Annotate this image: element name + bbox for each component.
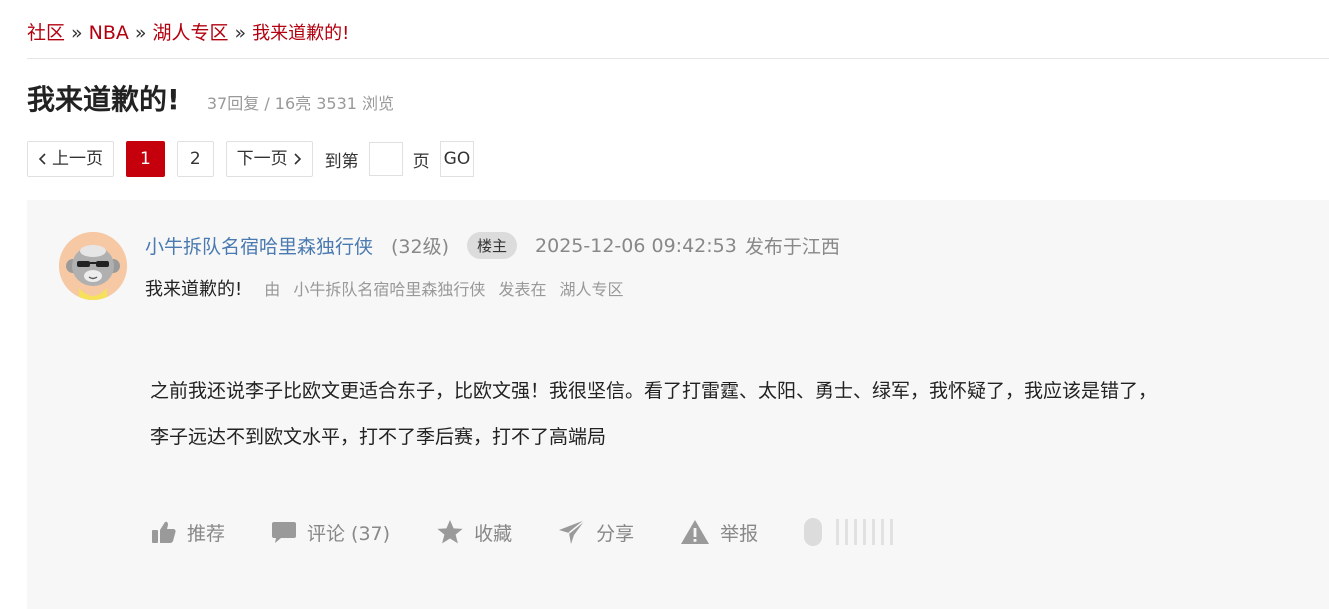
share-icon [559,519,586,544]
chevron-left-icon [38,153,46,165]
pagination: 上一页 1 2 下一页 到第 页 GO [27,141,475,177]
header-divider [27,58,1329,59]
breadcrumb-community[interactable]: 社区 [27,22,65,44]
comment-button[interactable]: 评论 (37) [271,519,390,546]
report-button[interactable]: 举报 [680,519,758,546]
content-line: 之前我还说李子比欧文更适合东子，比欧文强！我很坚信。看了打雷霆、太阳、勇士、绿军… [150,380,1158,402]
recommend-label: 推荐 [187,522,226,545]
prev-page-button[interactable]: 上一页 [27,141,114,177]
comment-label: 评论 (37) [307,522,391,545]
thumb-up-icon [152,521,176,543]
thread-header: 我来道歉的! 37回复 / 16亮 3531 浏览 [27,78,394,118]
content-line: 李子远达不到欧文水平，打不了季后赛，打不了高端局 [150,426,607,448]
author-level: (32级) [391,236,450,258]
page-1-button[interactable]: 1 [126,141,165,177]
placeholder-bars [804,518,899,546]
goto-prefix: 到第 [324,151,359,172]
post-subheader: 我来道歉的! 由 小牛拆队名宿哈里森独行侠 发表在 湖人专区 [145,275,632,301]
breadcrumb-lakers[interactable]: 湖人专区 [153,22,229,44]
avatar-icon [59,232,127,300]
breadcrumb-current[interactable]: 我来道歉的! [252,23,349,44]
favorite-label: 收藏 [474,522,513,545]
warning-icon [681,520,710,544]
main-post: 小牛拆队名宿哈里森独行侠 (32级) 楼主 2025-12-06 09:42:5… [27,200,1329,609]
by-author-link[interactable]: 小牛拆队名宿哈里森独行侠 [293,280,485,299]
report-label: 举报 [720,522,759,545]
share-button[interactable]: 分享 [558,519,634,546]
author-name[interactable]: 小牛拆队名宿哈里森独行侠 [145,232,373,259]
comment-icon [272,522,297,543]
breadcrumb: 社区» NBA» 湖人专区» 我来道歉的! [27,18,349,45]
author-row: 小牛拆队名宿哈里森独行侠 (32级) 楼主 2025-12-06 09:42:5… [145,232,840,259]
by-label: 由 [264,280,281,299]
thread-stats: 37回复 / 16亮 3531 浏览 [206,94,395,113]
post-subtitle: 我来道歉的! [145,279,243,300]
op-badge: 楼主 [467,232,518,259]
share-label: 分享 [596,522,635,545]
board-link[interactable]: 湖人专区 [560,280,624,299]
recommend-button[interactable]: 推荐 [151,519,225,546]
thread-title: 我来道歉的! [27,83,180,116]
favorite-button[interactable]: 收藏 [436,519,512,546]
next-page-label: 下一页 [236,149,288,169]
next-page-button[interactable]: 下一页 [225,141,313,177]
breadcrumb-separator: » [234,22,247,44]
prev-page-label: 上一页 [52,149,103,169]
post-actions: 推荐 评论 (37) 收藏 分享 举报 [151,518,899,546]
go-button[interactable]: GO [439,141,475,177]
post-location: 发布于江西 [744,236,840,258]
goto-suffix: 页 [412,151,430,172]
post-time: 2025-12-06 09:42:53 [535,234,737,257]
star-icon [437,520,463,544]
breadcrumb-nba[interactable]: NBA [89,22,129,44]
post-meta: 由 小牛拆队名宿哈里森独行侠 发表在 湖人专区 [264,276,631,300]
breadcrumb-separator: » [134,22,147,44]
post-content: 之前我还说李子比欧文更适合东子，比欧文强！我很坚信。看了打雷霆、太阳、勇士、绿军… [150,368,1280,460]
avatar[interactable] [59,232,127,300]
chevron-right-icon [294,153,301,165]
posted-in-label: 发表在 [498,280,547,299]
page-2-button[interactable]: 2 [176,141,214,177]
goto-page-input[interactable] [368,142,403,176]
breadcrumb-separator: » [71,22,83,44]
